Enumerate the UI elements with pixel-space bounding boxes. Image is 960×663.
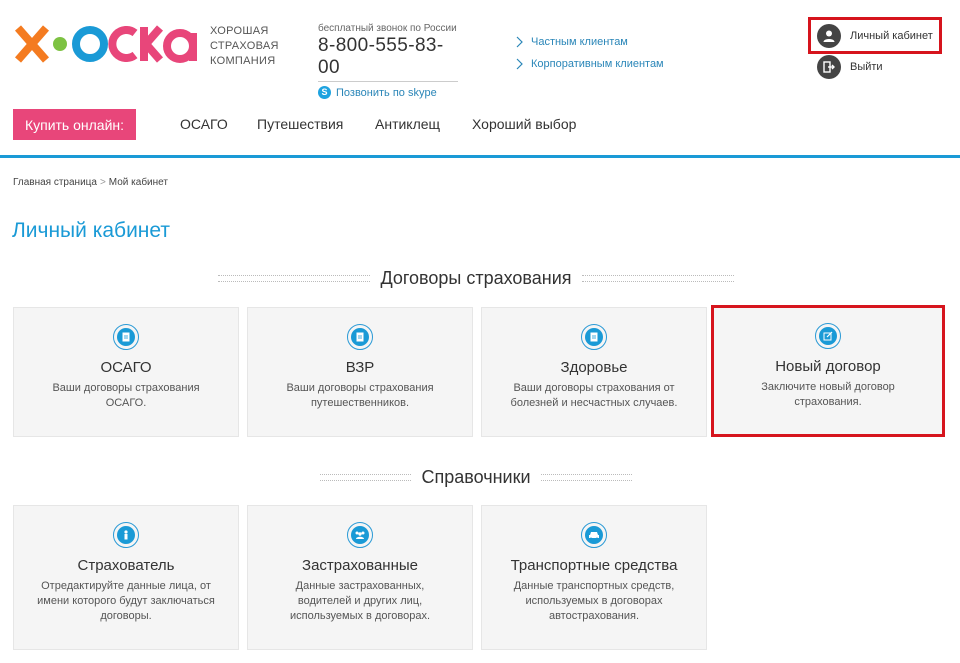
phone-caption: бесплатный звонок по России <box>318 23 457 34</box>
client-links: Частным клиентам Корпоративным клиентам <box>514 31 664 75</box>
phone-block: бесплатный звонок по России 8-800-555-83… <box>318 23 458 99</box>
company-name-line: ХОРОШАЯ <box>210 25 269 37</box>
skype-icon: S <box>318 86 331 99</box>
card-title: Транспортные средства <box>510 557 678 574</box>
nav-item-antitick[interactable]: Антиклещ <box>375 116 440 132</box>
card-health[interactable]: Здоровье Ваши договоры страхования от бо… <box>481 307 707 437</box>
card-description: Заключите новый договор страхования. <box>761 381 895 408</box>
card-title: Страхователь <box>77 557 175 574</box>
card-description: Ваши договоры страхования от болезней и … <box>510 382 678 409</box>
card-title: Застрахованные <box>302 557 418 574</box>
card-description: Отредактируйте данные лица, от имени кот… <box>37 580 215 622</box>
nav-divider <box>0 155 960 158</box>
card-title: Здоровье <box>560 359 628 376</box>
buy-online-button[interactable]: Купить онлайн: <box>13 109 136 140</box>
person-icon <box>113 522 139 548</box>
phone-number[interactable]: 8-800-555-83-00 <box>318 35 458 82</box>
edit-icon <box>815 323 841 349</box>
card-description: Ваши договоры страхования ОСАГО. <box>52 382 200 409</box>
logout-label: Выйти <box>850 61 883 73</box>
document-icon <box>347 324 373 350</box>
breadcrumb-home-link[interactable]: Главная страница <box>13 177 97 188</box>
car-icon <box>581 522 607 548</box>
breadcrumb-current: Мой кабинет <box>108 177 168 188</box>
card-vehicles[interactable]: Транспортные средства Данные транспортны… <box>481 505 707 650</box>
breadcrumb: Главная страница > Мой кабинет <box>13 177 168 188</box>
company-logo[interactable] <box>14 24 200 64</box>
card-policyholder[interactable]: Страхователь Отредактируйте данные лица,… <box>13 505 239 650</box>
personal-cabinet-link[interactable]: Личный кабинет <box>808 17 942 54</box>
logout-link[interactable]: Выйти <box>817 55 883 79</box>
breadcrumb-separator: > <box>99 177 106 188</box>
card-new-contract[interactable]: Новый договор Заключите новый договор ст… <box>711 305 945 437</box>
group-icon <box>347 522 373 548</box>
company-name-line: КОМПАНИЯ <box>210 55 276 67</box>
document-icon <box>581 324 607 350</box>
card-osago[interactable]: ОСАГО Ваши договоры страхования ОСАГО. <box>13 307 239 437</box>
chevron-right-icon <box>516 36 523 48</box>
card-vzr[interactable]: ВЗР Ваши договоры страхования путешестве… <box>247 307 473 437</box>
logout-icon <box>817 55 841 79</box>
nav-item-good-choice[interactable]: Хороший выбор <box>472 116 576 132</box>
personal-cabinet-label: Личный кабинет <box>850 29 933 42</box>
card-description: Ваши договоры страхования путешественник… <box>286 382 434 409</box>
user-icon <box>817 23 841 48</box>
directories-heading: Справочники <box>421 467 531 487</box>
card-title: ВЗР <box>345 359 375 376</box>
card-description: Данные застрахованных, водителей и други… <box>289 580 431 622</box>
nav-item-osago[interactable]: ОСАГО <box>180 116 228 132</box>
nav-item-travel[interactable]: Путешествия <box>257 116 343 132</box>
skype-call-link[interactable]: S Позвонить по skype <box>318 86 458 99</box>
heading-divider <box>581 275 734 282</box>
chevron-right-icon <box>516 58 523 70</box>
heading-divider <box>218 275 371 282</box>
document-icon <box>113 324 139 350</box>
card-title: ОСАГО <box>100 359 152 376</box>
directories-section-heading: Справочники <box>320 467 633 488</box>
skype-call-label: Позвонить по skype <box>336 86 437 99</box>
page-title: Личный кабинет <box>12 219 170 242</box>
card-description: Данные транспортных средств, используемы… <box>513 580 675 622</box>
contracts-heading: Договоры страхования <box>380 268 572 288</box>
private-clients-label: Частным клиентам <box>531 36 628 48</box>
heading-divider <box>320 474 412 481</box>
private-clients-link[interactable]: Частным клиентам <box>514 31 664 53</box>
corporate-clients-link[interactable]: Корпоративным клиентам <box>514 53 664 75</box>
contracts-section-heading: Договоры страхования <box>218 268 734 289</box>
company-name: ХОРОШАЯ СТРАХОВАЯ КОМПАНИЯ <box>210 24 279 69</box>
corporate-clients-label: Корпоративным клиентам <box>531 58 664 70</box>
company-name-line: СТРАХОВАЯ <box>210 40 279 52</box>
card-insured[interactable]: Застрахованные Данные застрахованных, во… <box>247 505 473 650</box>
heading-divider <box>540 474 633 481</box>
card-title: Новый договор <box>775 358 881 375</box>
